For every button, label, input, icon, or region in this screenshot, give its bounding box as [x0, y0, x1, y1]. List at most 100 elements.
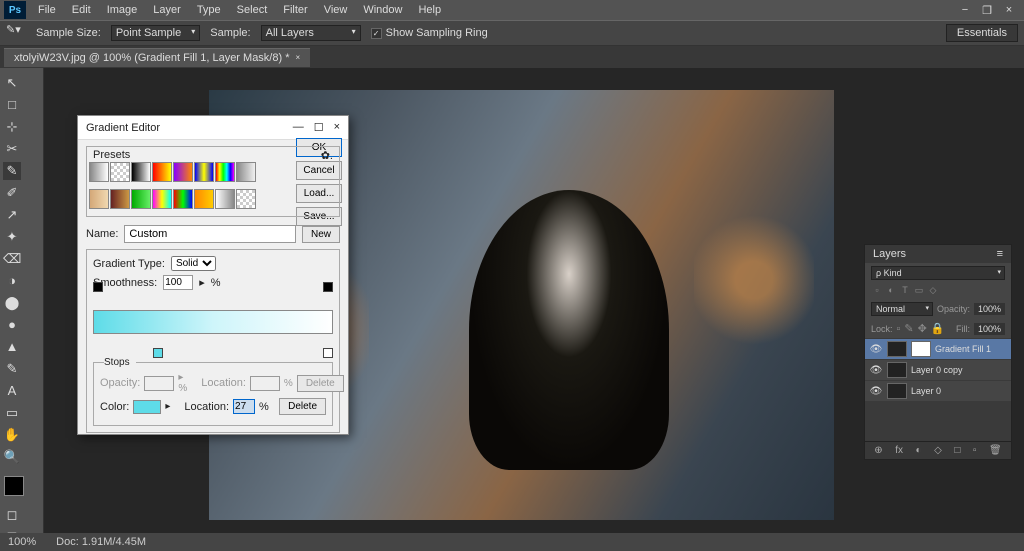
preset-swatch-0[interactable]: [89, 162, 109, 182]
mask-thumb[interactable]: [911, 341, 931, 357]
document-tab[interactable]: xtolyiW23V.jpg @ 100% (Gradient Fill 1, …: [4, 48, 310, 67]
tool-button-17[interactable]: 🔍: [3, 448, 21, 466]
tool-button-0[interactable]: ↖: [3, 74, 21, 92]
preset-swatch-2[interactable]: [131, 162, 151, 182]
tool-button-13[interactable]: ✎: [3, 360, 21, 378]
layer-row[interactable]: 👁Layer 0: [865, 380, 1011, 401]
workspace-select[interactable]: Essentials: [946, 24, 1018, 42]
preset-swatch-14[interactable]: [215, 189, 235, 209]
stop-color-location-input[interactable]: [233, 399, 255, 414]
quick-mask-icon[interactable]: ◻: [3, 506, 21, 524]
lock-position-icon[interactable]: ✥: [918, 322, 927, 335]
blend-mode-select[interactable]: Normal: [871, 302, 933, 316]
preset-swatch-12[interactable]: [173, 189, 193, 209]
sample-select[interactable]: All Layers: [261, 25, 361, 41]
visibility-icon[interactable]: 👁: [869, 386, 883, 397]
menu-type[interactable]: Type: [189, 1, 229, 19]
layer-thumb[interactable]: [887, 383, 907, 399]
tool-button-11[interactable]: ●: [3, 316, 21, 334]
zoom-level[interactable]: 100%: [8, 536, 36, 548]
new-layer-icon[interactable]: ▫: [973, 445, 977, 456]
preset-swatch-10[interactable]: [131, 189, 151, 209]
tool-button-6[interactable]: ↗: [3, 206, 21, 224]
layer-group-icon[interactable]: □: [954, 445, 960, 456]
tab-close-icon[interactable]: ×: [295, 53, 300, 62]
dialog-titlebar[interactable]: Gradient Editor — ☐ ×: [78, 116, 348, 140]
lock-image-icon[interactable]: ✎: [904, 322, 913, 335]
filter-smart-icon[interactable]: ◇: [927, 285, 939, 297]
preset-swatch-1[interactable]: [110, 162, 130, 182]
gradient-type-select[interactable]: Solid: [171, 256, 216, 271]
visibility-icon[interactable]: 👁: [869, 344, 883, 355]
preset-swatch-15[interactable]: [236, 189, 256, 209]
tool-button-2[interactable]: ⊹: [3, 118, 21, 136]
tool-button-9[interactable]: ◑: [3, 272, 21, 290]
preset-swatch-4[interactable]: [173, 162, 193, 182]
sample-size-select[interactable]: Point Sample: [111, 25, 200, 41]
menu-layer[interactable]: Layer: [145, 1, 189, 19]
preset-swatch-5[interactable]: [194, 162, 214, 182]
menu-select[interactable]: Select: [229, 1, 276, 19]
adjustment-layer-icon[interactable]: ◇: [934, 445, 942, 456]
tool-button-5[interactable]: ✐: [3, 184, 21, 202]
menu-view[interactable]: View: [316, 1, 356, 19]
menu-image[interactable]: Image: [99, 1, 146, 19]
tool-button-3[interactable]: ✂: [3, 140, 21, 158]
lock-transparent-icon[interactable]: ▫: [897, 323, 901, 335]
fill-value[interactable]: 100%: [974, 323, 1005, 335]
tool-button-10[interactable]: ⬤: [3, 294, 21, 312]
menu-help[interactable]: Help: [410, 1, 449, 19]
opacity-stop-right[interactable]: [323, 282, 333, 292]
preset-swatch-3[interactable]: [152, 162, 172, 182]
preset-swatch-6[interactable]: [215, 162, 235, 182]
menu-window[interactable]: Window: [355, 1, 410, 19]
panel-menu-icon[interactable]: ≡: [997, 248, 1003, 260]
filter-shape-icon[interactable]: ▭: [913, 285, 925, 297]
filter-kind-select[interactable]: ρ Kind: [871, 266, 1005, 280]
color-stop-right[interactable]: [323, 348, 333, 358]
tool-button-15[interactable]: ▭: [3, 404, 21, 422]
link-layers-icon[interactable]: ⊕: [874, 445, 882, 456]
tool-button-1[interactable]: □: [3, 96, 21, 114]
preset-swatch-9[interactable]: [110, 189, 130, 209]
menu-filter[interactable]: Filter: [275, 1, 315, 19]
layer-fx-icon[interactable]: fx: [895, 445, 903, 456]
dialog-maximize-icon[interactable]: ☐: [314, 121, 324, 134]
minimize-button[interactable]: −: [958, 4, 972, 17]
maximize-button[interactable]: ❐: [980, 4, 994, 17]
tool-button-16[interactable]: ✋: [3, 426, 21, 444]
filter-adjust-icon[interactable]: ◐: [885, 285, 897, 297]
filter-type-icon[interactable]: T: [899, 285, 911, 297]
smoothness-input[interactable]: [163, 275, 193, 290]
layer-row[interactable]: 👁Layer 0 copy: [865, 359, 1011, 380]
opacity-value[interactable]: 100%: [974, 303, 1005, 315]
delete-layer-icon[interactable]: 🗑: [989, 445, 1002, 456]
close-button[interactable]: ×: [1002, 4, 1016, 17]
layer-thumb[interactable]: [887, 341, 907, 357]
gradient-name-input[interactable]: [124, 225, 296, 243]
tool-button-8[interactable]: ⌫: [3, 250, 21, 268]
stop-color-swatch[interactable]: [133, 400, 161, 414]
foreground-swatch[interactable]: [4, 476, 24, 496]
menu-edit[interactable]: Edit: [64, 1, 99, 19]
preset-swatch-8[interactable]: [89, 189, 109, 209]
tool-button-4[interactable]: ✎: [3, 162, 21, 180]
filter-pixel-icon[interactable]: ▫: [871, 285, 883, 297]
layer-mask-icon[interactable]: ◐: [916, 445, 922, 456]
layer-thumb[interactable]: [887, 362, 907, 378]
delete-color-stop-button[interactable]: Delete: [279, 398, 326, 415]
tool-button-14[interactable]: A: [3, 382, 21, 400]
tool-button-7[interactable]: ✦: [3, 228, 21, 246]
dialog-close-icon[interactable]: ×: [334, 121, 340, 134]
preset-swatch-7[interactable]: [236, 162, 256, 182]
doc-info[interactable]: Doc: 1.91M/4.45M: [56, 536, 146, 548]
visibility-icon[interactable]: 👁: [869, 365, 883, 376]
opacity-stop-left[interactable]: [93, 282, 103, 292]
gradient-bar[interactable]: [93, 310, 333, 334]
show-ring-checkbox[interactable]: ✓: [371, 28, 382, 39]
preset-swatch-11[interactable]: [152, 189, 172, 209]
presets-gear-icon[interactable]: ✿.: [321, 149, 333, 162]
tool-button-12[interactable]: ▲: [3, 338, 21, 356]
preset-swatch-13[interactable]: [194, 189, 214, 209]
color-stop-left[interactable]: [153, 348, 163, 358]
